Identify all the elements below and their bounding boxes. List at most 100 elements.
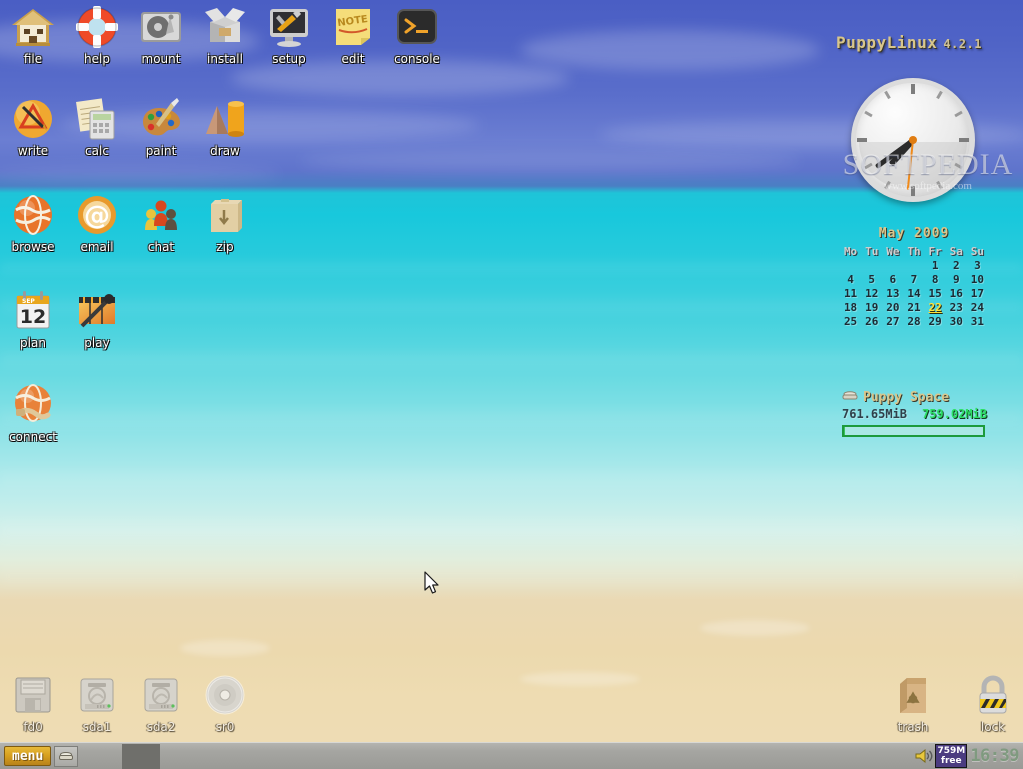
openbox-icon [202, 4, 248, 50]
calendar-day[interactable]: 17 [967, 286, 988, 300]
memory-free-badge[interactable]: 759M free [935, 744, 968, 768]
puppy-space-values: 761.65MiB 759.02MiB [842, 407, 987, 421]
calendar-day[interactable]: 26 [861, 314, 882, 328]
menu-button[interactable]: menu [4, 746, 52, 766]
cloud-streak [300, 150, 800, 172]
at-sign-icon: @ [74, 192, 120, 238]
puppy-space-progressbar [842, 425, 985, 437]
desktop-icon-chat[interactable]: chat [129, 192, 193, 254]
calendar-icon-day: 12 [20, 306, 46, 328]
lifering-icon [74, 4, 120, 50]
calendar-week-row: 123 [840, 258, 988, 272]
desktop-icon-write[interactable]: write [1, 96, 65, 158]
calendar-day[interactable]: 3 [967, 258, 988, 272]
water-ripple [0, 520, 1023, 542]
show-desktop-button[interactable] [54, 745, 79, 767]
archive-box-icon [202, 192, 248, 238]
analog-clock-widget[interactable] [851, 78, 975, 202]
clock-hub [909, 136, 917, 144]
desktop-icon-play[interactable]: play [65, 288, 129, 350]
calendar-day[interactable]: 7 [903, 272, 924, 286]
desktop-icon-lock[interactable]: lock [961, 672, 1023, 734]
monitor-tools-icon [266, 4, 312, 50]
desktop-icon-email[interactable]: @ email [65, 192, 129, 254]
mouse-cursor [424, 571, 442, 601]
calendar-day[interactable]: 9 [946, 272, 967, 286]
desktop-icon-label: paint [145, 144, 177, 158]
calendar-weekday: Su [970, 244, 985, 258]
desktop-icon-console[interactable]: console [385, 4, 449, 66]
calendar-day[interactable]: 30 [946, 314, 967, 328]
calculator-icon [74, 96, 120, 142]
calendar-day[interactable]: 5 [861, 272, 882, 286]
calendar-day[interactable]: 19 [861, 300, 882, 314]
drive-icon [842, 390, 858, 405]
calendar-weekday-row: Mo Tu We Th Fr Sa Su [840, 244, 988, 258]
desktop-icon-paint[interactable]: paint [129, 96, 193, 158]
calendar-week-row: 4 5 6 7 8 9 10 [840, 272, 988, 286]
calendar-day[interactable]: 27 [882, 314, 903, 328]
calendar-widget[interactable]: May 2009 Mo Tu We Th Fr Sa Su 1 2 3 4 5 6 7 8 9 10 11 12 1… [840, 226, 988, 328]
sand-texture [180, 640, 270, 656]
calendar-day[interactable]: 10 [967, 272, 988, 286]
desktop-icon-label: lock [980, 720, 1006, 734]
calendar-day[interactable]: 12 [861, 286, 882, 300]
desktop-icon-install[interactable]: install [193, 4, 257, 66]
desktop-icon-sr0[interactable]: sr0 [193, 672, 257, 734]
calendar-day[interactable]: 18 [840, 300, 861, 314]
desktop-icon-calc[interactable]: calc [65, 96, 129, 158]
desktop-icon-label: console [394, 52, 440, 66]
desktop-icon-label: edit [341, 52, 365, 66]
calendar-weekday: Fr [928, 244, 942, 258]
desktop-icon-label: file [23, 52, 43, 66]
calendar-day-empty [903, 258, 924, 272]
puppy-space-widget[interactable]: Puppy Space 761.65MiB 759.02MiB [842, 390, 987, 437]
calendar-day[interactable]: 21 [903, 300, 924, 314]
desktop-icon-plan[interactable]: SEP 12 plan [1, 288, 65, 350]
puppy-space-progress-fill [844, 427, 845, 435]
floppy-icon [10, 672, 56, 718]
desktop-icon-sda1[interactable]: sda1 [65, 672, 129, 734]
memory-unit: free [941, 756, 962, 766]
calendar-day[interactable]: 20 [882, 300, 903, 314]
calendar-day[interactable]: 28 [903, 314, 924, 328]
calendar-weekday: Sa [949, 244, 963, 258]
desktop-icon-trash[interactable]: trash [881, 672, 945, 734]
desktop-icon-label: email [80, 240, 114, 254]
desktop-icon-label: zip [216, 240, 234, 254]
desktop-icon-setup[interactable]: setup [257, 4, 321, 66]
desktop-icon-sda2[interactable]: sda2 [129, 672, 193, 734]
calendar-day[interactable]: 23 [946, 300, 967, 314]
desktop-icon-mount[interactable]: mount [129, 4, 193, 66]
calendar-day[interactable]: 14 [903, 286, 924, 300]
desktop-icon-connect[interactable]: connect [1, 382, 65, 444]
calendar-weekday: Th [907, 244, 921, 258]
puppy-space-title: Puppy Space [863, 390, 950, 405]
desktop-icon-help[interactable]: help [65, 4, 129, 66]
taskbar-clock[interactable]: 16:39 [968, 746, 1021, 766]
calendar-day[interactable]: 24 [967, 300, 988, 314]
calendar-day[interactable]: 22 [925, 300, 946, 314]
desktop-icon-draw[interactable]: draw [193, 96, 257, 158]
speaker-icon[interactable] [913, 746, 935, 766]
calendar-day[interactable]: 29 [925, 314, 946, 328]
desktop-icon-file[interactable]: file [1, 4, 65, 66]
calendar-day[interactable]: 31 [967, 314, 988, 328]
calendar-day[interactable]: 13 [882, 286, 903, 300]
calendar-day[interactable]: 4 [840, 272, 861, 286]
calendar-day[interactable]: 11 [840, 286, 861, 300]
calendar-day-empty [840, 258, 861, 272]
calendar-day[interactable]: 1 [925, 258, 946, 272]
desktop-icon-browse[interactable]: browse [1, 192, 65, 254]
memory-amount: 759M [937, 746, 966, 756]
calendar-day[interactable]: 6 [882, 272, 903, 286]
desktop-icon-zip[interactable]: zip [193, 192, 257, 254]
desktop-icon-edit[interactable]: NOTE edit [321, 4, 385, 66]
calendar-day[interactable]: 15 [925, 286, 946, 300]
terminal-icon [394, 4, 440, 50]
calendar-day[interactable]: 16 [946, 286, 967, 300]
desktop-icon-fd0[interactable]: fd0 [1, 672, 65, 734]
calendar-day[interactable]: 2 [946, 258, 967, 272]
calendar-day[interactable]: 8 [925, 272, 946, 286]
calendar-day[interactable]: 25 [840, 314, 861, 328]
